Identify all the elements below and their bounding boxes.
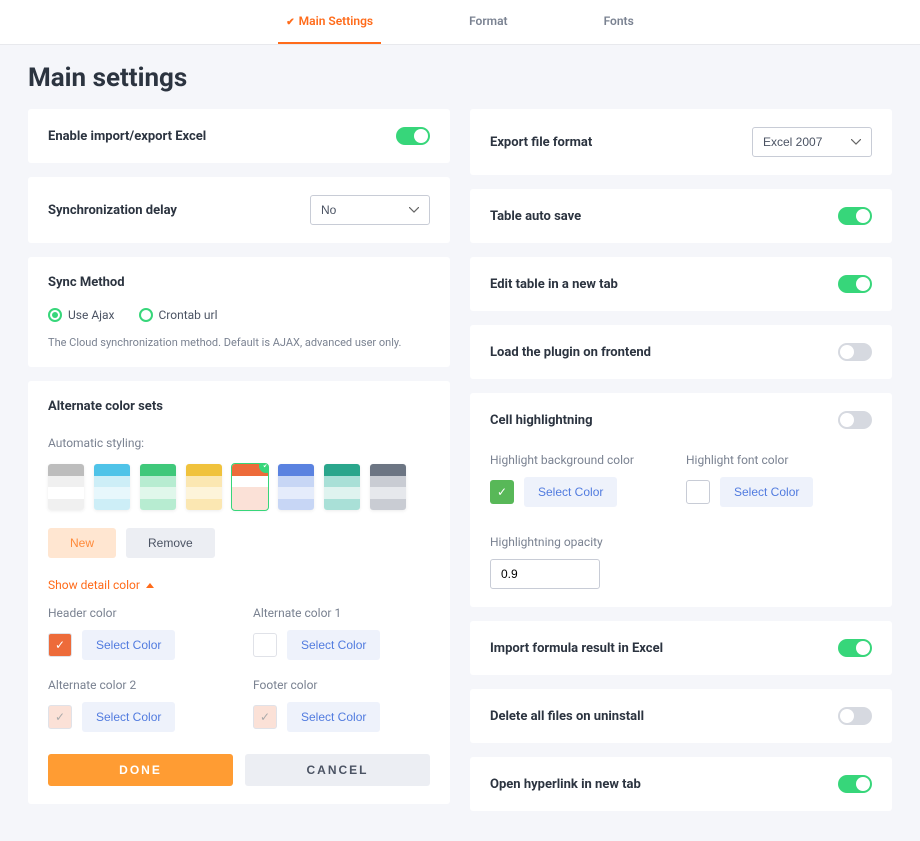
tab-fonts[interactable]: Fonts [596,0,642,44]
swatch-footer[interactable] [253,705,277,729]
toggle-load-frontend[interactable] [838,343,872,361]
card-delete-uninstall: Delete all files on uninstall [470,689,892,743]
tab-format[interactable]: Format [461,0,515,44]
palette-list: ✓ [48,464,430,510]
toggle-enable-excel[interactable] [396,127,430,145]
card-load-frontend: Load the plugin on frontend [470,325,892,379]
select-color-button[interactable]: Select Color [287,630,380,660]
card-export-format: Export file format Excel 2007 [470,109,892,175]
check-icon: ✔ [286,17,294,28]
page-title: Main settings [28,63,892,93]
radio-dot-icon [139,308,153,322]
palette-option[interactable] [140,464,176,510]
card-auto-save: Table auto save [470,189,892,243]
swatch-highlight-font[interactable] [686,480,710,504]
picker-footer: Footer color Select Color [253,678,430,732]
swatch-alt1[interactable] [253,633,277,657]
toggle-highlighting[interactable] [838,411,872,429]
palette-option[interactable] [94,464,130,510]
select-sync-delay[interactable]: No [310,195,430,225]
card-import-formula: Import formula result in Excel [470,621,892,675]
toggle-auto-save[interactable] [838,207,872,225]
card-enable-excel: Enable import/export Excel [28,109,450,163]
check-icon: ✓ [497,485,507,499]
toggle-delete-uninstall[interactable] [838,707,872,725]
new-palette-button[interactable]: New [48,528,116,558]
picker-header-color: Header color Select Color [48,606,225,660]
top-tabs: ✔ Main Settings Format Fonts [0,0,920,45]
card-edit-new-tab: Edit table in a new tab [470,257,892,311]
sync-method-note: The Cloud synchronization method. Defaul… [48,336,430,349]
radio-crontab[interactable]: Crontab url [139,308,218,322]
radio-dot-icon [48,308,62,322]
select-color-button[interactable]: Select Color [82,702,175,732]
select-color-button[interactable]: Select Color [82,630,175,660]
card-open-hyperlink: Open hyperlink in new tab [470,757,892,811]
card-cell-highlighting: Cell highlightning Highlight background … [470,393,892,607]
chevron-up-icon [146,583,154,588]
label-sync-delay: Synchronization delay [48,203,177,218]
label-export-format: Export file format [490,135,592,150]
palette-option[interactable] [370,464,406,510]
input-highlight-opacity[interactable] [490,559,600,589]
remove-palette-button[interactable]: Remove [126,528,215,558]
label-auto-styling: Automatic styling: [48,436,430,450]
select-color-button[interactable]: Select Color [720,477,813,507]
radio-label: Crontab url [159,308,218,322]
swatch-highlight-bg[interactable]: ✓ [490,480,514,504]
palette-option[interactable] [48,464,84,510]
card-alternate-colors: Alternate color sets Automatic styling: … [28,381,450,804]
select-export-format[interactable]: Excel 2007 [752,127,872,157]
select-color-button[interactable]: Select Color [287,702,380,732]
palette-option[interactable]: ✓ [232,464,268,510]
card-sync-method: Sync Method Use Ajax Crontab url The Clo… [28,257,450,367]
tab-main-settings[interactable]: ✔ Main Settings [278,0,381,44]
label-sync-method: Sync Method [48,275,430,290]
card-sync-delay: Synchronization delay No [28,177,450,243]
toggle-edit-new-tab[interactable] [838,275,872,293]
toggle-open-hyperlink[interactable] [838,775,872,793]
cancel-button[interactable]: CANCEL [245,754,430,786]
picker-alt2: Alternate color 2 Select Color [48,678,225,732]
done-button[interactable]: DONE [48,754,233,786]
swatch-header[interactable] [48,633,72,657]
tab-label: Main Settings [299,14,373,28]
label-enable-excel: Enable import/export Excel [48,129,206,144]
picker-alt1: Alternate color 1 Select Color [253,606,430,660]
palette-option[interactable] [324,464,360,510]
radio-label: Use Ajax [68,308,115,322]
palette-option[interactable] [186,464,222,510]
label-alt-colors: Alternate color sets [48,399,430,414]
toggle-import-formula[interactable] [838,639,872,657]
radio-use-ajax[interactable]: Use Ajax [48,308,115,322]
show-detail-color-link[interactable]: Show detail color [48,578,430,592]
select-color-button[interactable]: Select Color [524,477,617,507]
link-text: Show detail color [48,578,140,592]
swatch-alt2[interactable] [48,705,72,729]
palette-option[interactable] [278,464,314,510]
